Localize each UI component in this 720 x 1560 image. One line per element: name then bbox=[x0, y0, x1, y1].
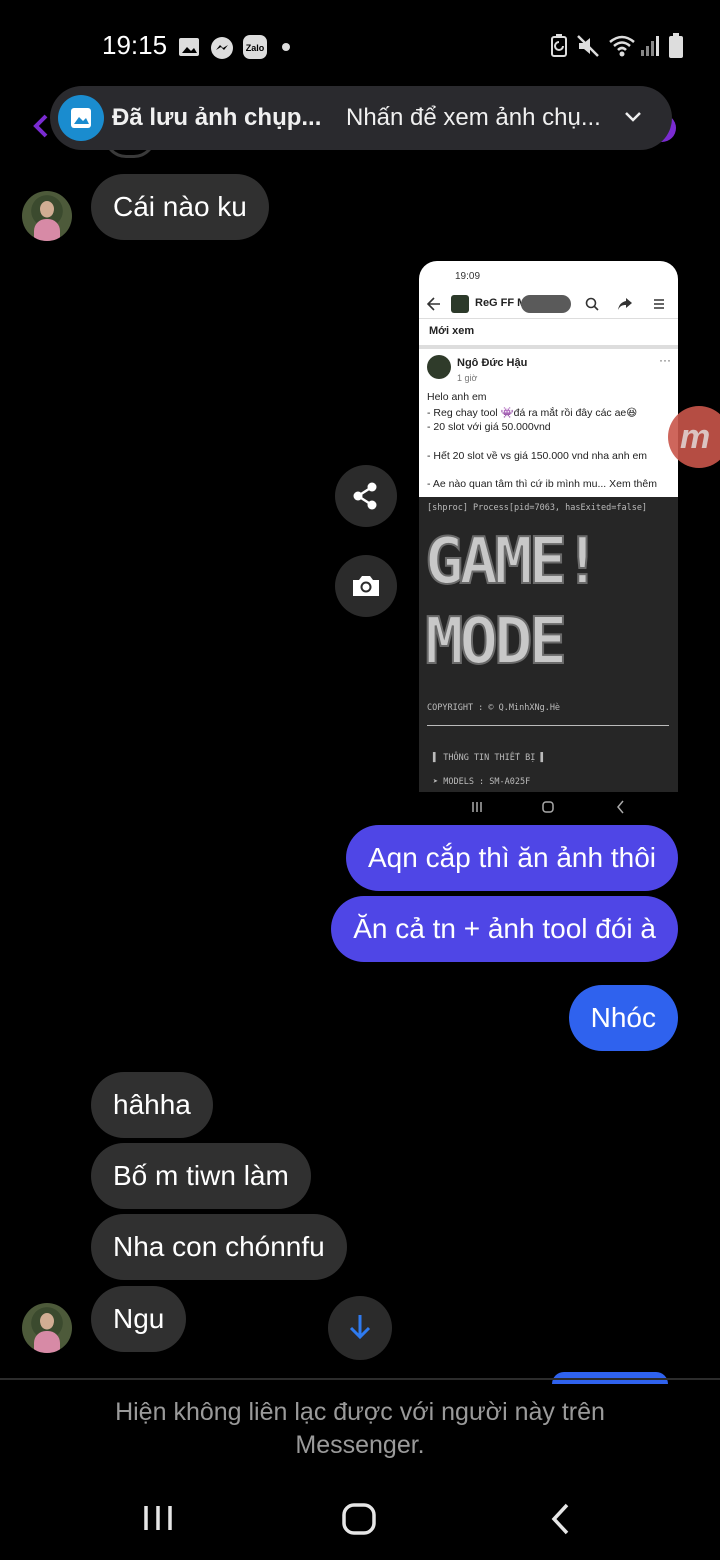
message-bubble-incoming[interactable]: Nha con chónnfu bbox=[91, 1214, 347, 1280]
screenshot-system-nav bbox=[419, 792, 678, 822]
camera-button[interactable] bbox=[335, 555, 397, 617]
signal-icon bbox=[640, 34, 660, 56]
ascii-art-line-2: MODE bbox=[425, 607, 564, 673]
screenshot-back-icon bbox=[427, 297, 440, 311]
screenshot-overlay-pill bbox=[521, 295, 571, 313]
ascii-art-mode: MODE bbox=[424, 604, 645, 680]
screenshot-post-avatar bbox=[427, 355, 451, 379]
screenshot-search-icon bbox=[585, 297, 599, 311]
scroll-to-bottom-button[interactable] bbox=[328, 1296, 392, 1360]
screenshot-post-line: - 20 slot với giá 50.000vnd bbox=[427, 421, 551, 433]
notification-message: Nhấn để xem ảnh chụ... bbox=[346, 104, 601, 131]
floating-app-logo-text: m bbox=[680, 418, 711, 456]
screenshot-saved-notification[interactable]: Đã lưu ảnh chụp... Nhấn để xem ảnh chụ..… bbox=[50, 86, 672, 150]
message-bubble-outgoing[interactable]: Ăn cả tn + ảnh tool đói à bbox=[331, 896, 678, 962]
screenshot-terminal: [shproc] Process[pid=7063, hasExited=fal… bbox=[419, 497, 678, 792]
zalo-icon: Zalo bbox=[242, 34, 268, 59]
screenshot-section-label: Mới xem bbox=[429, 325, 475, 337]
home-icon[interactable] bbox=[340, 1500, 378, 1538]
message-bubble-incoming[interactable]: Cái nào ku bbox=[91, 174, 269, 240]
composer-divider bbox=[0, 1378, 720, 1380]
message-bubble-incoming[interactable]: Ngu bbox=[91, 1286, 187, 1352]
messenger-icon bbox=[210, 36, 234, 59]
screenshot-post-line: - Hết 20 slot về vs giá 150.000 vnd nha … bbox=[427, 450, 648, 462]
share-icon bbox=[353, 482, 377, 510]
message-bubble-outgoing[interactable]: Nhóc bbox=[568, 985, 678, 1051]
screenshot-post-line: - Ae nào quan tâm thì cứ ib mình mu... X… bbox=[427, 478, 657, 490]
screenshot-group-thumb bbox=[451, 295, 469, 313]
recents-icon[interactable] bbox=[140, 1500, 176, 1536]
camera-icon bbox=[353, 576, 379, 596]
message-bubble-incoming[interactable]: Bố m tiwn làm bbox=[91, 1143, 311, 1209]
contact-avatar[interactable] bbox=[22, 191, 72, 241]
notification-dot bbox=[282, 43, 290, 51]
terminal-line: ▌ THÔNG TIN THIẾT BỊ ▌ bbox=[433, 753, 546, 763]
terminal-line: ➤ MODELS : SM-A025F bbox=[433, 777, 531, 787]
ascii-art-line-1: GAME! bbox=[425, 527, 598, 593]
system-nav-bar bbox=[0, 1478, 720, 1560]
screenshot-status-time: 19:09 bbox=[455, 271, 481, 282]
wifi-icon bbox=[608, 34, 636, 57]
zalo-label: Zalo bbox=[246, 43, 265, 53]
gallery-icon bbox=[178, 36, 200, 58]
screenshot-post-time: 1 giờ bbox=[457, 373, 478, 383]
arrow-down-icon bbox=[349, 1315, 371, 1340]
screenshot-post-line: - Reg chay tool 👾đá ra mắt rồi đây các a… bbox=[427, 407, 638, 419]
mute-icon bbox=[576, 34, 600, 57]
battery-saver-icon bbox=[550, 34, 568, 57]
back-icon[interactable] bbox=[546, 1500, 576, 1538]
screenshot-facebook-post: 19:09 ReG FF Mi... Thủ... Mới xem Ngô Đứ… bbox=[419, 261, 678, 497]
share-button[interactable] bbox=[335, 465, 397, 527]
message-bubble-outgoing[interactable]: Aqn cắp thì ăn ảnh thôi bbox=[346, 825, 678, 891]
terminal-line: [shproc] Process[pid=7063, hasExited=fal… bbox=[427, 503, 648, 513]
shared-screenshot-image[interactable]: 19:09 ReG FF Mi... Thủ... Mới xem Ngô Đứ… bbox=[419, 261, 678, 792]
chevron-down-icon[interactable] bbox=[622, 106, 644, 128]
screenshot-menu-icon bbox=[654, 299, 664, 309]
message-bubble-incoming[interactable]: hâhha bbox=[91, 1072, 213, 1138]
back-arrow-icon[interactable] bbox=[30, 112, 52, 140]
status-time: 19:15 bbox=[102, 30, 168, 60]
screenshot-share-icon bbox=[618, 298, 632, 310]
screenshot-post-line: Helo anh em bbox=[427, 391, 487, 403]
screenshot-post-author: Ngô Đức Hậu bbox=[457, 357, 528, 369]
terminal-line: COPYRIGHT : © Q.MinhXNg.Hè bbox=[427, 703, 561, 713]
notification-title: Đã lưu ảnh chụp... bbox=[112, 104, 322, 131]
status-bar: 19:15 Zalo bbox=[0, 0, 720, 90]
screenshot-nav-bar: ReG FF Mi... Thủ... bbox=[419, 289, 678, 319]
screenshot-more-icon: ··· bbox=[659, 353, 671, 367]
contact-avatar[interactable] bbox=[22, 1303, 72, 1353]
battery-icon bbox=[668, 33, 684, 58]
image-notification-icon bbox=[58, 95, 104, 141]
unavailable-notice: Hiện không liên lạc được với người này t… bbox=[115, 1398, 605, 1459]
ascii-art-game: GAME! bbox=[424, 524, 673, 600]
